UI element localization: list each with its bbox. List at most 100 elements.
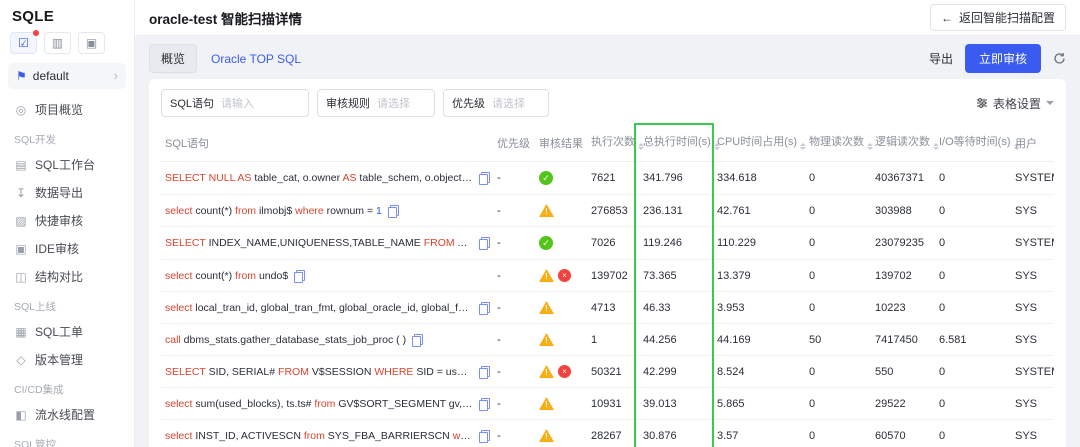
- priority-filter-select[interactable]: 优先级 请选择: [443, 89, 549, 117]
- table-settings-button[interactable]: 表格设置: [976, 95, 1054, 112]
- sql-text: select local_tran_id, global_tran_fmt, g…: [165, 301, 473, 314]
- sidebar-quick-icons: ☑ ▥ ▣: [8, 30, 126, 63]
- sidebar-item-quick-audit[interactable]: ▨ 快捷审核: [8, 207, 126, 234]
- cell-user: SYSTEM: [1011, 355, 1054, 388]
- cell-physical_reads: 0: [805, 387, 871, 420]
- sql-filter-input[interactable]: SQL语句 请输入: [161, 89, 309, 117]
- cell-total_time: 42.299: [639, 355, 713, 388]
- sidebar-item-label: IDE审核: [35, 242, 80, 256]
- cell-user: SYS: [1011, 419, 1054, 447]
- bar-chart-icon[interactable]: ▥: [44, 32, 71, 54]
- project-flag-icon: ⚑: [16, 69, 27, 83]
- sql-statement: select local_tran_id, global_tran_fmt, g…: [165, 301, 490, 315]
- chevron-down-icon: [1046, 101, 1054, 109]
- column-label: SQL语句: [165, 138, 210, 150]
- copy-icon[interactable]: [479, 429, 490, 443]
- sql-statement: select INST_ID, ACTIVESCN from SYS_FBA_B…: [165, 429, 490, 443]
- sql-statement: call dbms_stats.gather_database_stats_jo…: [165, 333, 489, 347]
- sidebar-item-ide-audit[interactable]: ▣ IDE审核: [8, 235, 126, 262]
- sql-text: select count(*) from ilmobj$ where rownu…: [165, 204, 382, 217]
- workbook-icon[interactable]: ▣: [78, 32, 105, 54]
- sql-text: select sum(used_blocks), ts.ts# from GV$…: [165, 397, 473, 410]
- sidebar-item-sql-workbench[interactable]: ▤ SQL工作台: [8, 151, 126, 178]
- col-io_wait[interactable]: I/O等待时间(s): [935, 125, 1020, 162]
- sidebar-item-schema-compare[interactable]: ◫ 结构对比: [8, 263, 126, 290]
- content: 概览 Oracle TOP SQL 导出 立即审核 SQL语句 请输入 审核规则: [135, 36, 1080, 447]
- cell-audit-result: [535, 291, 587, 324]
- warn-icon: [539, 301, 554, 314]
- table-row[interactable]: SELECT NULL AS table_cat, o.owner AS tab…: [161, 161, 1054, 195]
- sidebar-item-version-manage[interactable]: ◇ 版本管理: [8, 346, 126, 373]
- refresh-icon[interactable]: [1053, 52, 1066, 65]
- sql-ticket-icon: ▦: [15, 324, 27, 339]
- warn-icon: [539, 333, 554, 346]
- error-icon: ×: [558, 365, 571, 378]
- col-physical_reads[interactable]: 物理读次数: [805, 125, 873, 162]
- sql-text: SELECT NULL AS table_cat, o.owner AS tab…: [165, 172, 473, 184]
- copy-icon[interactable]: [387, 204, 399, 218]
- cell-priority: -: [493, 194, 535, 227]
- col-total_time[interactable]: 总执行时间(s): [639, 125, 720, 162]
- sidebar-item-label: 结构对比: [35, 270, 84, 284]
- table-row[interactable]: select INST_ID, ACTIVESCN from SYS_FBA_B…: [161, 419, 1054, 447]
- schema-compare-icon: ◫: [15, 269, 27, 284]
- cell-total_time: 119.246: [639, 226, 713, 260]
- col-exec_count[interactable]: 执行次数: [587, 125, 644, 162]
- back-to-scan-config-button[interactable]: ← 返回智能扫描配置: [929, 4, 1066, 31]
- copy-icon[interactable]: [479, 365, 490, 379]
- cell-logical_reads: 10223: [871, 291, 935, 324]
- cell-physical_reads: 0: [805, 226, 871, 260]
- audit-rule-filter-select[interactable]: 审核规则 请选择: [317, 89, 435, 117]
- sidebar-item-project-overview[interactable]: ◎ 项目概览: [8, 96, 126, 123]
- quick-audit-icon: ▨: [15, 213, 27, 228]
- project-selector[interactable]: ⚑ default ›: [8, 63, 126, 89]
- cell-audit-result: [535, 387, 587, 420]
- tab-overview[interactable]: 概览: [149, 44, 198, 73]
- sidebar-section-label: SQL开发: [14, 134, 57, 146]
- sidebar-item-pipeline-config[interactable]: ◧ 流水线配置: [8, 401, 126, 428]
- tab-oracle-top-sql[interactable]: Oracle TOP SQL: [209, 47, 303, 71]
- sql-text: select count(*) from undo$: [165, 269, 289, 282]
- cell-logical_reads: 303988: [871, 194, 935, 227]
- version-manage-icon: ◇: [16, 352, 26, 367]
- sql-statement: select sum(used_blocks), ts.ts# from GV$…: [165, 397, 490, 411]
- cell-logical_reads: 40367371: [871, 161, 935, 195]
- table-row[interactable]: select local_tran_id, global_tran_fmt, g…: [161, 291, 1054, 324]
- copy-icon[interactable]: [412, 333, 424, 347]
- sidebar-item-label: 版本管理: [35, 353, 84, 367]
- copy-icon[interactable]: [479, 172, 490, 185]
- table-row[interactable]: call dbms_stats.gather_database_stats_jo…: [161, 323, 1054, 356]
- overview-icon: ◎: [15, 102, 27, 117]
- col-logical_reads[interactable]: 逻辑读次数: [871, 125, 939, 162]
- audit-list-icon[interactable]: ☑: [10, 30, 39, 54]
- cell-cpu_time: 334.618: [713, 161, 805, 195]
- sort-down-icon: [867, 147, 873, 153]
- cell-user: SYS: [1011, 387, 1054, 420]
- table-row[interactable]: select sum(used_blocks), ts.ts# from GV$…: [161, 387, 1054, 420]
- col-sql: SQL语句: [161, 125, 493, 162]
- table-row[interactable]: select count(*) from undo$-×13970273.365…: [161, 259, 1054, 292]
- sort-icon[interactable]: [867, 140, 873, 153]
- sort-icon[interactable]: [800, 140, 807, 153]
- table-row[interactable]: SELECT SID, SERIAL# FROM V$SESSION WHERE…: [161, 355, 1054, 388]
- table-row[interactable]: SELECT INDEX_NAME,UNIQUENESS,TABLE_NAME …: [161, 226, 1054, 260]
- cell-audit-result: ×: [535, 355, 587, 388]
- copy-icon[interactable]: [479, 397, 490, 411]
- export-button[interactable]: 导出: [929, 50, 953, 67]
- sidebar-item-data-export[interactable]: ↧ 数据导出: [8, 179, 126, 206]
- sidebar-item-sql-ticket[interactable]: ▦ SQL工单: [8, 318, 126, 345]
- cell-priority: -: [493, 323, 535, 356]
- warn-icon: [539, 397, 554, 410]
- copy-icon[interactable]: [479, 237, 490, 250]
- cell-priority: -: [493, 387, 535, 420]
- audit-now-button[interactable]: 立即审核: [964, 44, 1041, 73]
- cell-user: SYS: [1011, 323, 1054, 356]
- cell-io_wait: 0: [935, 291, 1011, 324]
- sidebar-item-label: SQL工单: [35, 325, 84, 339]
- copy-icon[interactable]: [479, 301, 490, 315]
- col-cpu_time[interactable]: CPU时间占用(s): [713, 125, 807, 162]
- cell-exec_count: 7621: [587, 161, 639, 195]
- cell-logical_reads: 60570: [871, 419, 935, 447]
- copy-icon[interactable]: [294, 269, 306, 283]
- table-row[interactable]: select count(*) from ilmobj$ where rownu…: [161, 194, 1054, 227]
